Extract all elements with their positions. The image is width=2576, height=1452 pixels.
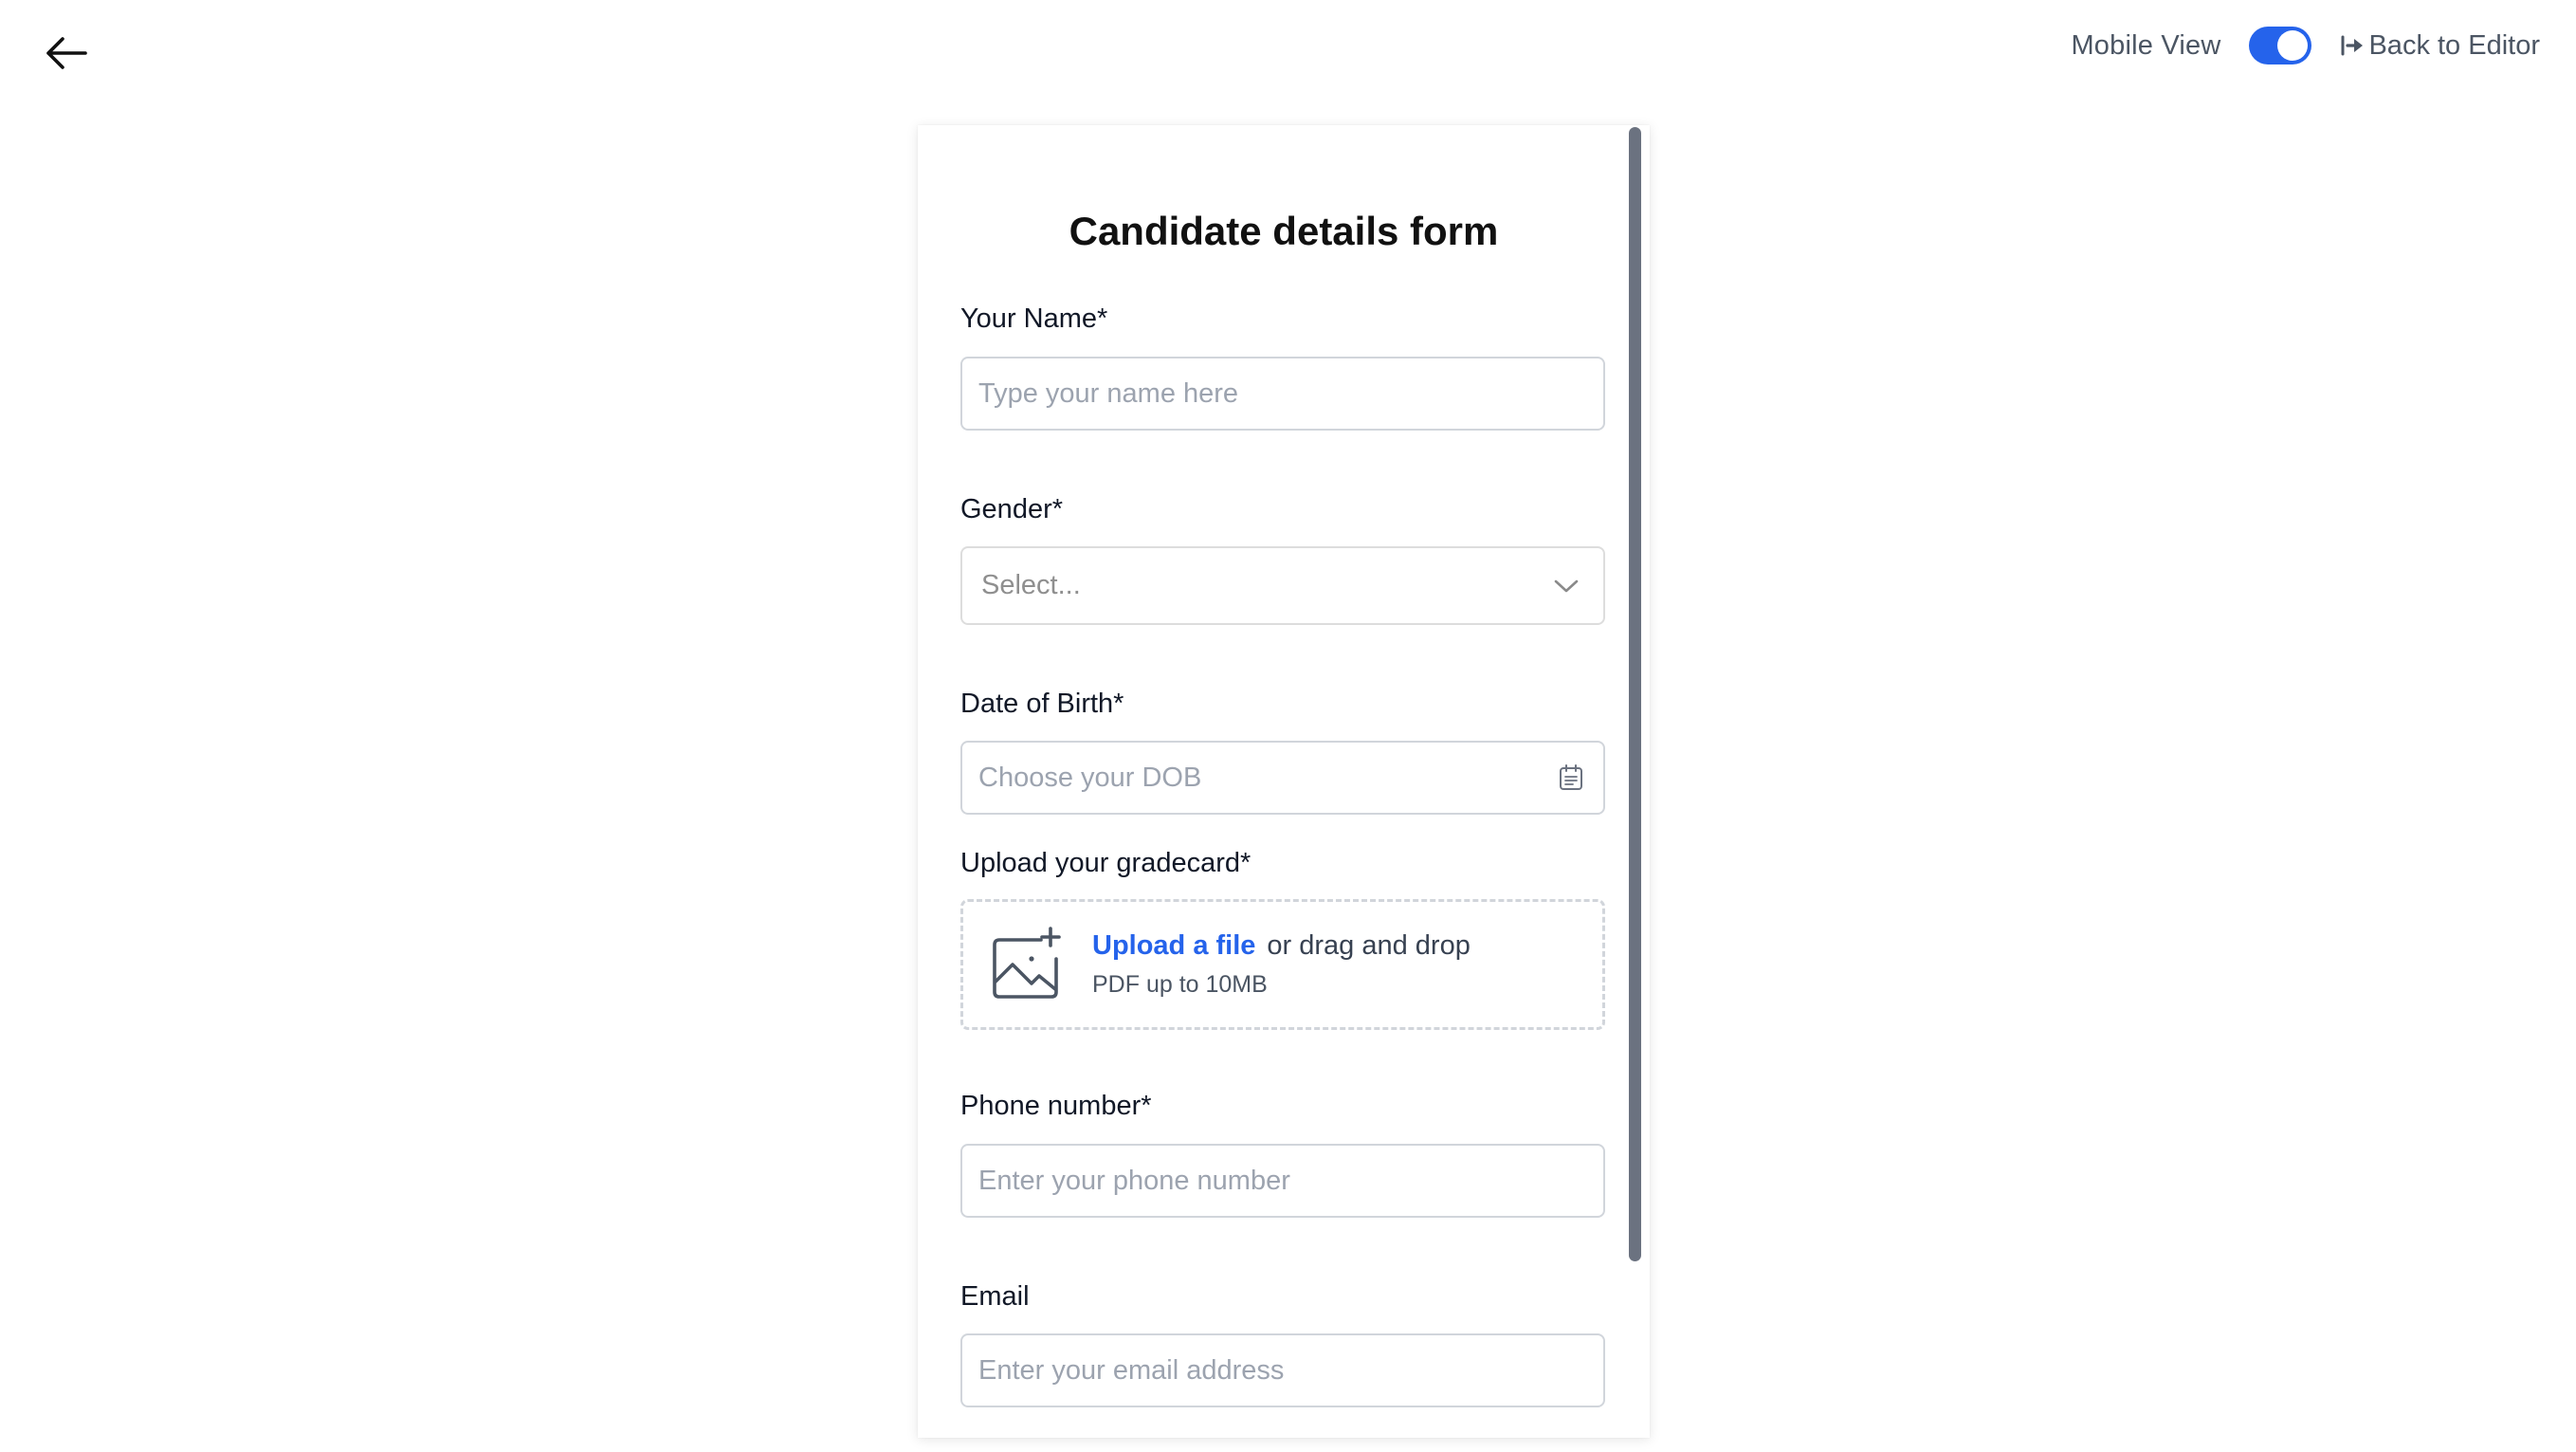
- mobile-view-label: Mobile View: [2071, 29, 2221, 61]
- upload-suffix: or drag and drop: [1267, 930, 1471, 961]
- dob-label: Date of Birth*: [960, 689, 1124, 719]
- back-arrow-icon[interactable]: [44, 34, 89, 72]
- back-to-editor-button[interactable]: Back to Editor: [2340, 30, 2540, 62]
- upload-text: Upload a file or drag and drop PDF up to …: [1092, 930, 1471, 999]
- gradecard-label: Upload your gradecard*: [960, 848, 1251, 878]
- image-plus-icon: [993, 927, 1061, 999]
- upload-line: Upload a file or drag and drop: [1092, 930, 1471, 962]
- name-label: Your Name*: [960, 303, 1108, 334]
- name-input[interactable]: Type your name here: [960, 357, 1605, 431]
- phone-placeholder: Enter your phone number: [978, 1165, 1290, 1196]
- chevron-down-icon: [1554, 579, 1579, 592]
- phone-input[interactable]: Enter your phone number: [960, 1144, 1605, 1218]
- email-label: Email: [960, 1281, 1030, 1312]
- gender-label: Gender*: [960, 494, 1064, 524]
- form-scrollbar[interactable]: [1629, 127, 1641, 1261]
- email-placeholder: Enter your email address: [978, 1354, 1285, 1386]
- gradecard-dropzone[interactable]: Upload a file or drag and drop PDF up to …: [960, 899, 1605, 1030]
- email-input[interactable]: Enter your email address: [960, 1333, 1605, 1407]
- back-to-editor-label: Back to Editor: [2368, 29, 2540, 61]
- calendar-icon[interactable]: [1558, 763, 1584, 792]
- gender-placeholder: Select...: [981, 570, 1081, 600]
- form-card: Candidate details form Your Name* Type y…: [918, 125, 1650, 1438]
- name-placeholder: Type your name here: [978, 377, 1239, 409]
- phone-label: Phone number*: [960, 1091, 1152, 1121]
- upload-hint: PDF up to 10MB: [1092, 971, 1268, 998]
- gender-select[interactable]: Select...: [960, 546, 1605, 625]
- dob-placeholder: Choose your DOB: [978, 762, 1202, 793]
- form-title: Candidate details form: [1069, 209, 1499, 253]
- upload-file-link[interactable]: Upload a file: [1092, 930, 1255, 961]
- mobile-view-toggle[interactable]: [2249, 27, 2312, 64]
- dob-input[interactable]: Choose your DOB: [960, 741, 1605, 815]
- top-right-controls: Mobile View Back to Editor: [2071, 25, 2540, 66]
- toggle-knob: [2277, 30, 2309, 61]
- arrow-right-to-bar-icon: [2341, 35, 2364, 56]
